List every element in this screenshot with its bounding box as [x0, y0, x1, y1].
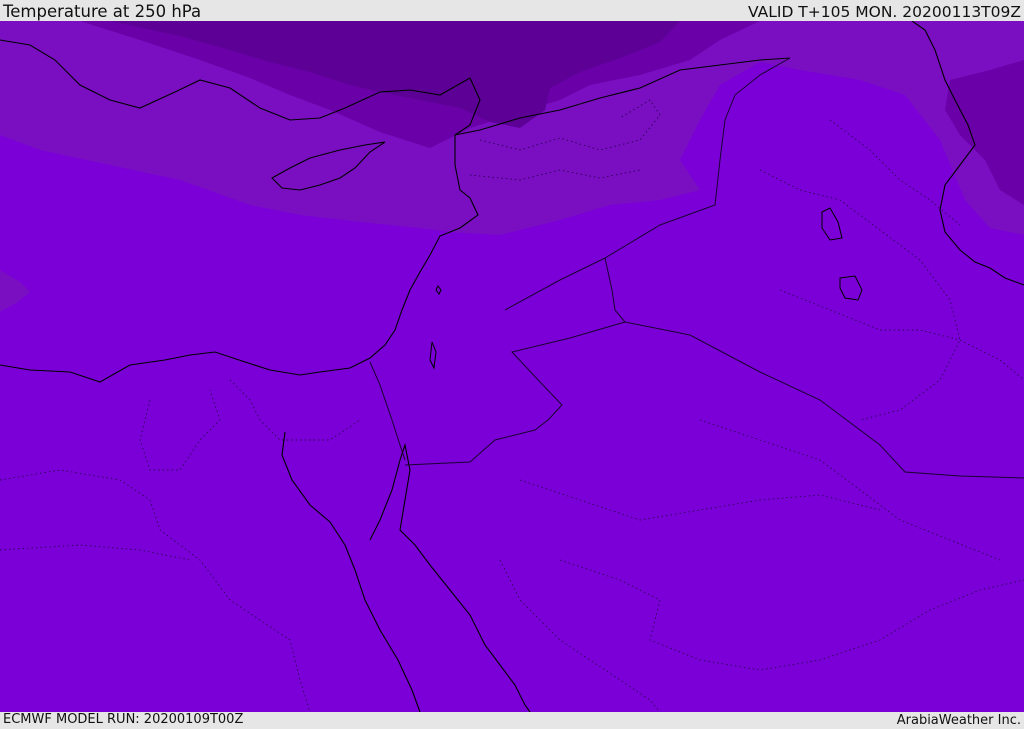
weather-map[interactable] — [0, 21, 1024, 712]
map-title: Temperature at 250 hPa — [3, 2, 202, 21]
model-run-label: ECMWF MODEL RUN: 20200109T00Z — [3, 712, 244, 727]
valid-time-label: VALID T+105 MON. 20200113T09Z — [748, 3, 1021, 21]
footer-bar: ECMWF MODEL RUN: 20200109T00Z ArabiaWeat… — [0, 712, 1024, 729]
credit-label: ArabiaWeather Inc. — [896, 713, 1021, 728]
header-bar: Temperature at 250 hPa VALID T+105 MON. … — [0, 0, 1024, 21]
map-canvas — [0, 21, 1024, 712]
